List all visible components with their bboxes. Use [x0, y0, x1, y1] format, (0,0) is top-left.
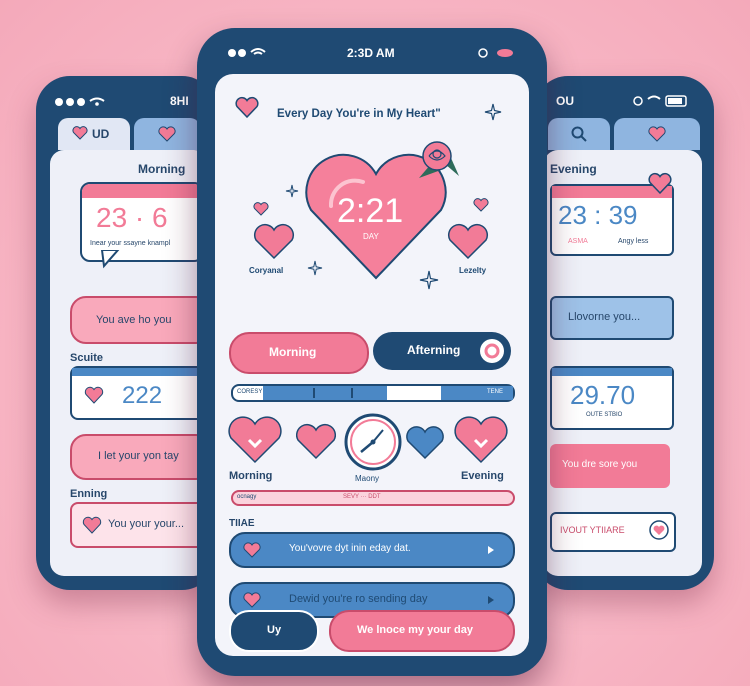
right-battery-icon [632, 94, 692, 108]
left-tab-active[interactable]: UD [58, 118, 130, 150]
heart-icon [82, 516, 102, 534]
left-section-label: Scuite [70, 352, 104, 364]
left-message-2[interactable]: I let your yon tay [70, 434, 208, 480]
right-screen: Evening 23 : 39 ASMA Angy less Llovorne … [544, 150, 702, 576]
heart-icon [648, 126, 666, 142]
center-screen: Every Day You're in My Heart" 2:21 DAY C… [215, 74, 529, 656]
morning-label: Morning [229, 470, 273, 482]
left-clock-card-2: 222 [70, 366, 208, 420]
heart-icon [648, 520, 670, 540]
clock-label: Maony [355, 474, 380, 483]
right-message-3[interactable]: IVOUT YTIIARE [550, 512, 676, 552]
send-arrow-icon[interactable] [479, 538, 503, 562]
evening-label: Evening [461, 470, 504, 482]
left-morning-label: Morning [138, 162, 186, 176]
left-tab-heart[interactable] [134, 118, 200, 150]
left-screen: Morning 23 · 6 Inear your ssayne knampl … [50, 150, 208, 576]
heart-time: 2:21 [337, 192, 404, 230]
sparkle-icon [483, 102, 503, 122]
status-time: 2:3D AM [347, 46, 395, 60]
heart-icon [473, 198, 489, 212]
right-clock-2: 29.70 [570, 380, 636, 410]
section-title: TIIAE [229, 518, 255, 529]
right-heart-label: Lezelty [459, 266, 487, 275]
send-arrow-icon[interactable] [479, 588, 503, 612]
clock-icon[interactable] [343, 412, 403, 472]
right-tab-search[interactable] [548, 118, 610, 150]
right-tab-heart[interactable] [614, 118, 700, 150]
right-clock: 23 : 39 [558, 200, 638, 230]
heart-icon [235, 96, 259, 118]
right-clock-card: 23 : 39 ASMA Angy less [550, 184, 674, 256]
left-heart-label: Coryanal [249, 266, 284, 275]
search-icon [570, 125, 588, 143]
heart-icon [253, 222, 295, 260]
heart-icon [243, 542, 261, 558]
left-message-1[interactable]: You ave ho you [70, 296, 208, 344]
heart-icon [453, 414, 509, 464]
message-row-1[interactable]: You'vovre dyt inin eday dat. [229, 532, 515, 568]
heart-icon [158, 126, 176, 142]
left-message-3[interactable]: You your your... [70, 502, 208, 548]
heart-icon [243, 592, 261, 608]
bottom-left-button[interactable]: Uy [229, 610, 319, 652]
left-tab-label: UD [92, 127, 110, 141]
time-slider[interactable]: CORESY TENE [231, 384, 515, 402]
left-evening-label: Enning [70, 488, 108, 500]
right-status-text: OU [556, 94, 574, 108]
left-clock-2: 222 [122, 382, 163, 409]
blue-heart-icon [405, 424, 445, 460]
heart-icon [447, 222, 489, 260]
center-signal-icon [227, 46, 275, 60]
morning-button[interactable]: Morning [229, 332, 369, 374]
left-clock-card: 23 · 6 Inear your ssayne knampl [80, 182, 204, 262]
heart-icon [84, 386, 104, 404]
page-title: Every Day You're in My Heart" [277, 108, 441, 120]
left-clock-sub: Inear your ssayne knampl [90, 240, 171, 247]
center-phone: 2:3D AM Every Day You're in My Heart" 2:… [197, 28, 547, 676]
heart-icon [227, 414, 283, 464]
left-status-text: 8HI [170, 94, 189, 108]
center-status-icons [477, 46, 521, 60]
sparkle-icon [285, 184, 299, 198]
left-tab-heart-icon [72, 126, 88, 140]
toggle-knob[interactable] [479, 338, 505, 364]
heart-icon [253, 202, 269, 216]
heart-icon [648, 172, 672, 194]
right-message-2[interactable]: You dre sore you [550, 444, 670, 488]
speech-tail [100, 250, 120, 270]
left-phone: 8HI UD Morning 23 · 6 Inear your ssayne … [36, 76, 216, 590]
sparkle-icon [419, 270, 439, 290]
right-phone: OU Evening 23 : 39 ASMA Angy less Llovor… [534, 76, 714, 590]
progress-bar: ocnagy SEVY ··· DDT [231, 490, 515, 506]
right-evening-label: Evening [550, 162, 597, 176]
rose-icon [411, 134, 463, 184]
left-signal-icon [54, 96, 114, 108]
sparkle-icon [307, 260, 323, 276]
heart-icon [295, 422, 337, 460]
right-message-1[interactable]: Llovorne you... [550, 296, 674, 340]
right-clock-card-2: 29.70 OUTE STBIO [550, 366, 674, 430]
heart-sub: DAY [363, 232, 379, 241]
bottom-right-button[interactable]: We lnoce my your day [329, 610, 515, 652]
left-clock: 23 · 6 [96, 202, 168, 233]
afternoon-button[interactable]: Afterning [373, 332, 511, 370]
